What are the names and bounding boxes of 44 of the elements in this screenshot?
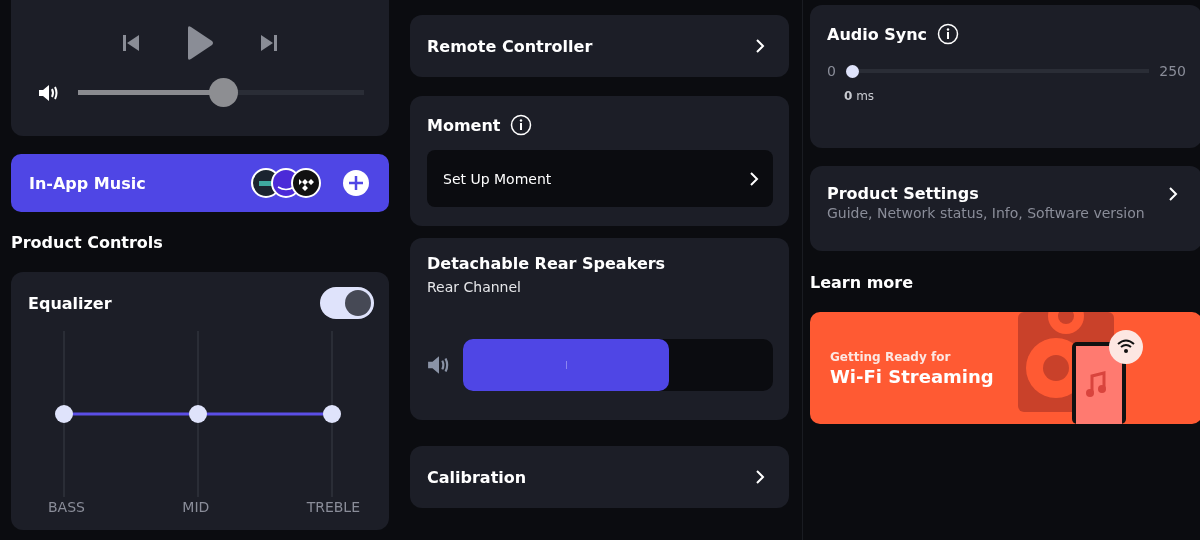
remote-controller-row[interactable]: Remote Controller: [410, 15, 789, 77]
chevron-icon: [1168, 185, 1178, 202]
slider-thumb[interactable]: [845, 64, 859, 78]
banner-title: Wi-Fi Streaming: [830, 365, 994, 387]
chevron-icon: [755, 38, 765, 54]
rear-channel-label: Rear Channel: [427, 279, 522, 295]
add-icon[interactable]: [343, 170, 369, 196]
audio-sync-title: Audio Sync: [827, 24, 928, 44]
delay-reading: 0 ms: [844, 89, 875, 103]
product-settings-row[interactable]: Product Settings Guide, Network status, Info, Software version: [810, 166, 1200, 251]
band-thumb[interactable]: [323, 405, 341, 423]
product-settings-title: Product Settings: [827, 184, 979, 203]
next-icon[interactable]: [259, 33, 279, 53]
speaker-icon: [427, 355, 451, 375]
service-logo-icon: [291, 168, 321, 198]
play-icon[interactable]: [185, 25, 215, 61]
slider-thumb[interactable]: [209, 78, 239, 107]
speaker-icon: [38, 83, 60, 102]
section-heading: Learn more: [810, 273, 915, 293]
band-thumb[interactable]: [189, 405, 207, 423]
calibration-row[interactable]: Calibration: [410, 446, 789, 508]
chevron-icon: [755, 469, 765, 485]
section-heading: Product Controls: [11, 233, 164, 251]
band-label: BASS: [48, 499, 85, 515]
moment-title: Moment: [427, 115, 501, 135]
equalizer-toggle[interactable]: [320, 287, 374, 319]
chevron-icon: [749, 170, 759, 187]
band-label: MID: [182, 499, 210, 515]
band-thumb[interactable]: [55, 405, 73, 423]
equalizer-title: Equalizer: [28, 293, 112, 313]
product-settings-summary: Guide, Network status, Info, Software version: [827, 205, 1145, 221]
rear-volume-slider[interactable]: [463, 339, 773, 391]
set-up-moment-row[interactable]: Set Up Moment: [427, 150, 773, 207]
previous-icon[interactable]: [121, 33, 141, 53]
band-label: TREBLE: [306, 499, 360, 515]
info-icon[interactable]: [510, 114, 533, 136]
banner-kicker: Getting Ready for: [830, 349, 952, 364]
info-icon[interactable]: [937, 23, 960, 45]
max-label: 250: [1159, 63, 1186, 79]
min-label: 0: [827, 63, 836, 79]
in-app-music-banner[interactable]: In-App Music: [11, 154, 389, 212]
rear-speakers-title: Detachable Rear Speakers: [427, 254, 667, 273]
in-app-music-title: In-App Music: [29, 173, 147, 193]
slider-fill[interactable]: [463, 339, 670, 391]
